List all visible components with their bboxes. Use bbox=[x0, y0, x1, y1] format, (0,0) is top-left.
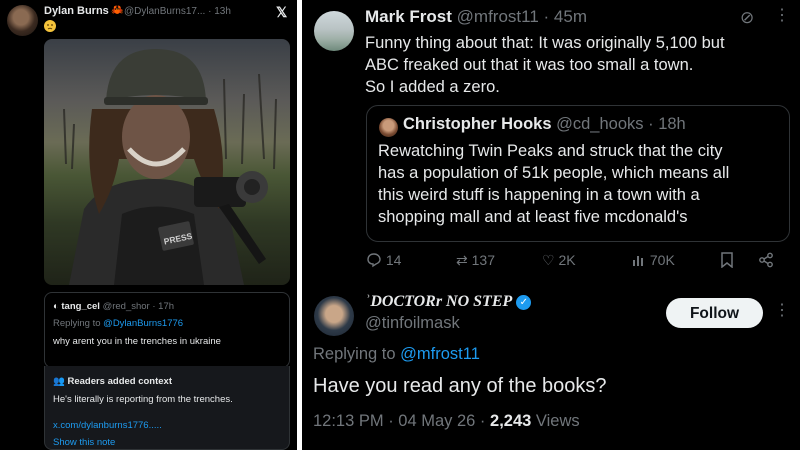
heart-icon: ♡ bbox=[542, 252, 559, 268]
quoted-post-card[interactable]: Christopher Hooks @cd_hooks · 18h Rewatc… bbox=[366, 105, 790, 242]
post-timestamp[interactable]: 12:13 PM · 04 May 26 · bbox=[313, 412, 485, 430]
left-post-panel: Dylan Burns 🦀 @DylanBurns17... · 13h 𝕏 P… bbox=[0, 0, 297, 450]
post-photo[interactable]: PRESS bbox=[44, 39, 290, 285]
slightly-frowning-face-icon bbox=[44, 20, 56, 32]
quote-text-line: shopping mall and at least five mcdonald… bbox=[378, 208, 688, 226]
reply-handle[interactable]: @tinfoilmask bbox=[365, 314, 460, 333]
notes-link[interactable]: x.com/dylanburns1776..... bbox=[53, 420, 162, 431]
community-notes-box: 👥 Readers added context He's literally i… bbox=[44, 366, 290, 450]
bookmark-icon[interactable] bbox=[720, 252, 734, 268]
quote-text: Rewatching Twin Peaks and struck that th… bbox=[378, 140, 778, 228]
replying-to-link[interactable]: @mfrost11 bbox=[400, 345, 480, 363]
quoted-reply-card[interactable]: ◐ tang_cel @red_shor · 17h Replying to @… bbox=[44, 292, 290, 368]
verified-badge-icon: ✓ bbox=[516, 294, 532, 310]
views-count: 2,243 bbox=[490, 412, 532, 430]
author-name[interactable]: Dylan Burns bbox=[44, 5, 109, 17]
show-note-link[interactable]: Show this note bbox=[53, 437, 115, 448]
like-button[interactable]: ♡ 2K bbox=[542, 252, 576, 269]
reply-text: why arent you in the trenches in ukraine bbox=[53, 336, 221, 347]
quote-text-line: has a population of 51k people, which me… bbox=[378, 164, 730, 182]
author-name[interactable]: Mark Frost bbox=[365, 7, 452, 26]
quote-text-line: Rewatching Twin Peaks and struck that th… bbox=[378, 142, 723, 160]
post-text-line: ABC freaked out that it was too small a … bbox=[365, 56, 694, 74]
x-logo-icon[interactable]: 𝕏 bbox=[276, 4, 287, 21]
reply-replying-to: Replying to @DylanBurns1776 bbox=[53, 318, 184, 329]
author-handle-time[interactable]: @DylanBurns17... · 13h bbox=[124, 6, 231, 17]
notes-text: He's literally is reporting from the tre… bbox=[53, 394, 233, 405]
replying-to-link[interactable]: @DylanBurns1776 bbox=[103, 318, 183, 329]
author-handle[interactable]: @mfrost11 bbox=[457, 7, 539, 26]
follow-button[interactable]: Follow bbox=[666, 298, 763, 328]
reply-icon bbox=[367, 253, 381, 268]
mark-frost-avatar[interactable] bbox=[314, 11, 354, 51]
reply-button[interactable]: 14 bbox=[366, 252, 401, 268]
author-avatar[interactable] bbox=[7, 5, 38, 36]
right-post-panel: Mark Frost @mfrost11 · 45m ⊘ ⋮ Funny thi… bbox=[302, 0, 800, 450]
repost-button[interactable]: ⇄ 137 bbox=[456, 252, 495, 269]
quote-author-row: Christopher Hooks @cd_hooks · 18h bbox=[403, 115, 686, 133]
post-actions-bar: 14 ⇄ 137 ♡ 2K 70K bbox=[366, 252, 776, 274]
repost-icon: ⇄ bbox=[456, 252, 472, 268]
crab-emoji-icon: 🦀 bbox=[111, 5, 124, 16]
reply-author-avatar[interactable] bbox=[314, 296, 354, 336]
post-time[interactable]: 45m bbox=[554, 7, 587, 26]
quote-text-line: this weird stuff is happening in a town … bbox=[378, 186, 700, 204]
share-icon[interactable] bbox=[758, 252, 774, 268]
post-text-line: Funny thing about that: It was originall… bbox=[365, 34, 725, 52]
post-text: Funny thing about that: It was originall… bbox=[365, 32, 790, 98]
views-bar-chart-icon bbox=[633, 256, 643, 266]
replying-to: Replying to @mfrost11 bbox=[313, 345, 480, 363]
reply-text: Have you read any of the books? bbox=[313, 375, 607, 397]
notes-title: 👥 Readers added context bbox=[53, 376, 173, 387]
views-label: Views bbox=[535, 412, 580, 430]
views-button[interactable]: 70K bbox=[632, 252, 675, 268]
post-text-line: So I added a zero. bbox=[365, 78, 500, 96]
people-icon: 👥 bbox=[53, 376, 68, 387]
grok-icon[interactable]: ⊘ bbox=[740, 8, 754, 28]
more-options-icon[interactable]: ⋮ bbox=[774, 300, 790, 320]
quote-author-avatar bbox=[379, 118, 398, 137]
post-meta: 12:13 PM · 04 May 26 · 2,243 Views bbox=[313, 412, 580, 431]
author-row: Mark Frost @mfrost11 · 45m bbox=[365, 7, 587, 26]
reply-author-row: ◐ tang_cel @red_shor · 17h bbox=[53, 301, 175, 312]
more-options-icon[interactable]: ⋮ bbox=[774, 5, 790, 25]
reply-display-name[interactable]: ʾDOCTORr NO STEP ✓ bbox=[365, 293, 532, 311]
